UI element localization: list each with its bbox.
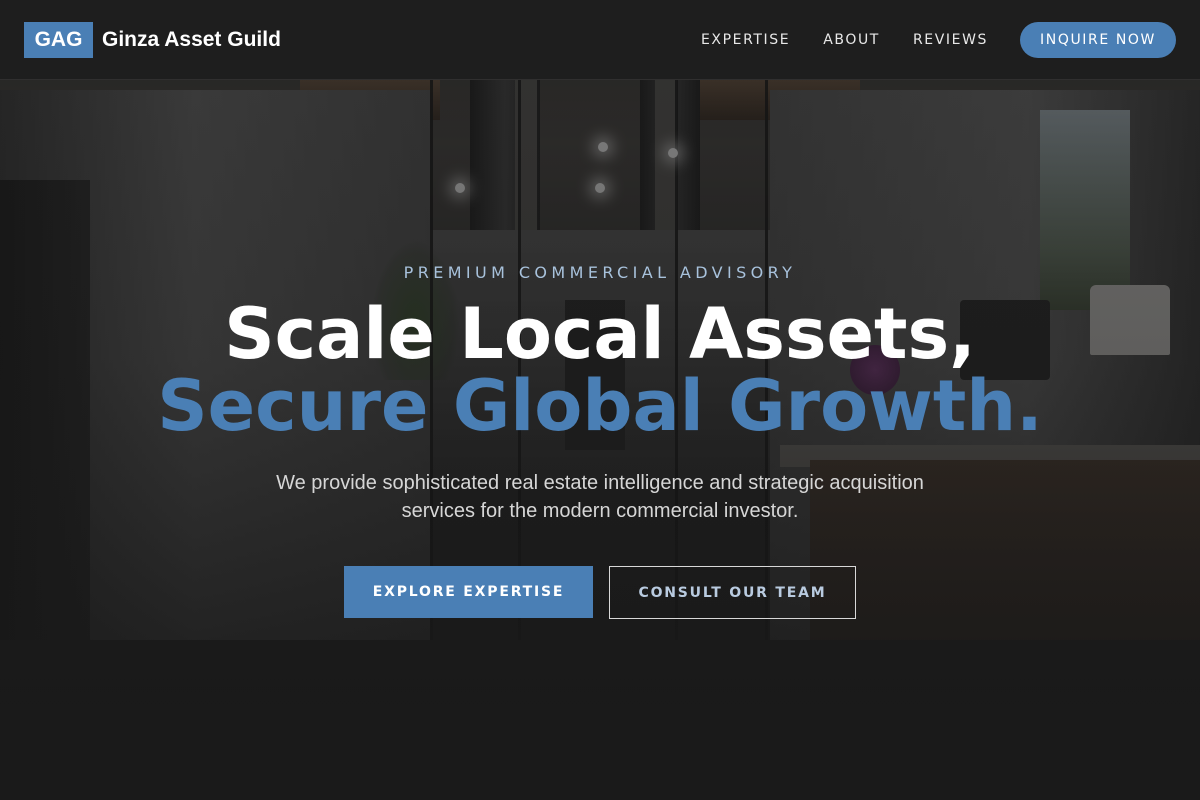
- headline-line-1: Scale Local Assets,: [224, 293, 976, 375]
- inquire-now-button[interactable]: INQUIRE NOW: [1020, 21, 1176, 58]
- hero-eyebrow: PREMIUM COMMERCIAL ADVISORY: [403, 263, 797, 282]
- hero-button-group: EXPLORE EXPERTISE CONSULT OUR TEAM: [0, 566, 1200, 619]
- hero-section: PREMIUM COMMERCIAL ADVISORY Scale Local …: [0, 80, 1200, 800]
- top-navbar: GAG Ginza Asset Guild EXPERTISE ABOUT RE…: [0, 0, 1200, 80]
- hero-headline: Scale Local Assets, Secure Global Growth…: [0, 298, 1200, 442]
- explore-expertise-button[interactable]: EXPLORE EXPERTISE: [344, 566, 593, 618]
- nav-link-expertise[interactable]: EXPERTISE: [701, 32, 790, 48]
- consult-team-button[interactable]: CONSULT OUR TEAM: [609, 566, 856, 619]
- brand-name: Ginza Asset Guild: [102, 27, 281, 51]
- logo-mark: GAG: [24, 21, 93, 58]
- brand-logo-link[interactable]: GAG Ginza Asset Guild: [24, 21, 281, 58]
- landing-page: GAG Ginza Asset Guild EXPERTISE ABOUT RE…: [0, 0, 1200, 800]
- nav-link-reviews[interactable]: REVIEWS: [913, 32, 988, 48]
- headline-line-2-accent: Secure Global Growth.: [157, 365, 1043, 447]
- nav-link-about[interactable]: ABOUT: [823, 32, 880, 48]
- hero-subtitle: We provide sophisticated real estate int…: [276, 472, 924, 522]
- nav-menu: EXPERTISE ABOUT REVIEWS INQUIRE NOW: [701, 21, 1176, 58]
